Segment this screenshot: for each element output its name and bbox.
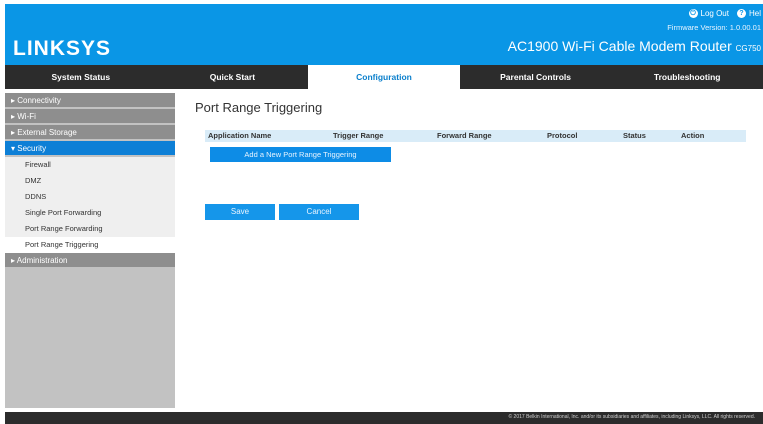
sidebar-item-external-storage[interactable]: ▸ External Storage <box>5 125 175 141</box>
linksys-logo: LINKSYS <box>13 37 112 60</box>
sidebar-item-label: Administration <box>16 256 68 265</box>
header-bar: LINKSYS ⏻ Log Out ? Hel Firmware Version… <box>5 4 763 65</box>
sidebar-item-label: Security <box>17 144 47 153</box>
tab-troubleshooting[interactable]: Troubleshooting <box>611 65 763 89</box>
model-name: AC1900 Wi-Fi Cable Modem Router CG750 <box>508 38 761 54</box>
tab-configuration[interactable]: Configuration <box>308 65 460 89</box>
security-submenu: Firewall DMZ DDNS Single Port Forwarding… <box>5 157 175 253</box>
page-title: Port Range Triggering <box>195 100 323 115</box>
add-port-range-triggering-button[interactable]: Add a New Port Range Triggering <box>210 147 391 162</box>
sidebar-item-connectivity[interactable]: ▸ Connectivity <box>5 93 175 109</box>
tab-parental-controls[interactable]: Parental Controls <box>460 65 612 89</box>
cancel-button[interactable]: Cancel <box>279 204 359 220</box>
column-status: Status <box>623 131 646 140</box>
sidebar-item-label: External Storage <box>17 128 77 137</box>
submenu-ddns[interactable]: DDNS <box>5 189 175 205</box>
tab-quick-start[interactable]: Quick Start <box>157 65 309 89</box>
firmware-version: Firmware Version: 1.0.00.01 <box>667 23 761 32</box>
logout-link[interactable]: ⏻ Log Out <box>688 9 729 18</box>
submenu-single-port-forwarding[interactable]: Single Port Forwarding <box>5 205 175 221</box>
footer-bar: © 2017 Belkin International, Inc. and/or… <box>5 412 763 424</box>
column-application-name: Application Name <box>208 131 272 140</box>
model-code: CG750 <box>735 44 761 53</box>
help-link[interactable]: ? Hel <box>736 9 761 18</box>
table-header: Application Name Trigger Range Forward R… <box>205 130 746 142</box>
main-nav: System Status Quick Start Configuration … <box>5 65 763 89</box>
power-icon: ⏻ <box>688 9 698 18</box>
submenu-dmz[interactable]: DMZ <box>5 173 175 189</box>
submenu-firewall[interactable]: Firewall <box>5 157 175 173</box>
sidebar-item-security[interactable]: ▾ Security <box>5 141 175 157</box>
submenu-port-range-triggering[interactable]: Port Range Triggering <box>5 237 175 253</box>
sidebar: ▸ Connectivity ▸ Wi-Fi ▸ External Storag… <box>5 93 175 408</box>
help-label: Hel <box>748 9 761 18</box>
header-links: ⏻ Log Out ? Hel <box>688 9 761 18</box>
column-action: Action <box>681 131 705 140</box>
main-content: Port Range Triggering Application Name T… <box>195 93 755 408</box>
column-forward-range: Forward Range <box>437 131 492 140</box>
sidebar-item-wifi[interactable]: ▸ Wi-Fi <box>5 109 175 125</box>
save-button[interactable]: Save <box>205 204 275 220</box>
model-title: AC1900 Wi-Fi Cable Modem Router <box>507 38 732 54</box>
page: LINKSYS ⏻ Log Out ? Hel Firmware Version… <box>0 0 763 424</box>
logout-label: Log Out <box>700 9 729 18</box>
tab-system-status[interactable]: System Status <box>5 65 157 89</box>
column-trigger-range: Trigger Range <box>333 131 384 140</box>
sidebar-item-administration[interactable]: ▸ Administration <box>5 253 175 269</box>
submenu-port-range-forwarding[interactable]: Port Range Forwarding <box>5 221 175 237</box>
copyright-text: © 2017 Belkin International, Inc. and/or… <box>508 414 755 420</box>
help-icon: ? <box>736 9 746 18</box>
column-protocol: Protocol <box>547 131 578 140</box>
sidebar-item-label: Wi-Fi <box>17 112 36 121</box>
sidebar-item-label: Connectivity <box>17 96 61 105</box>
